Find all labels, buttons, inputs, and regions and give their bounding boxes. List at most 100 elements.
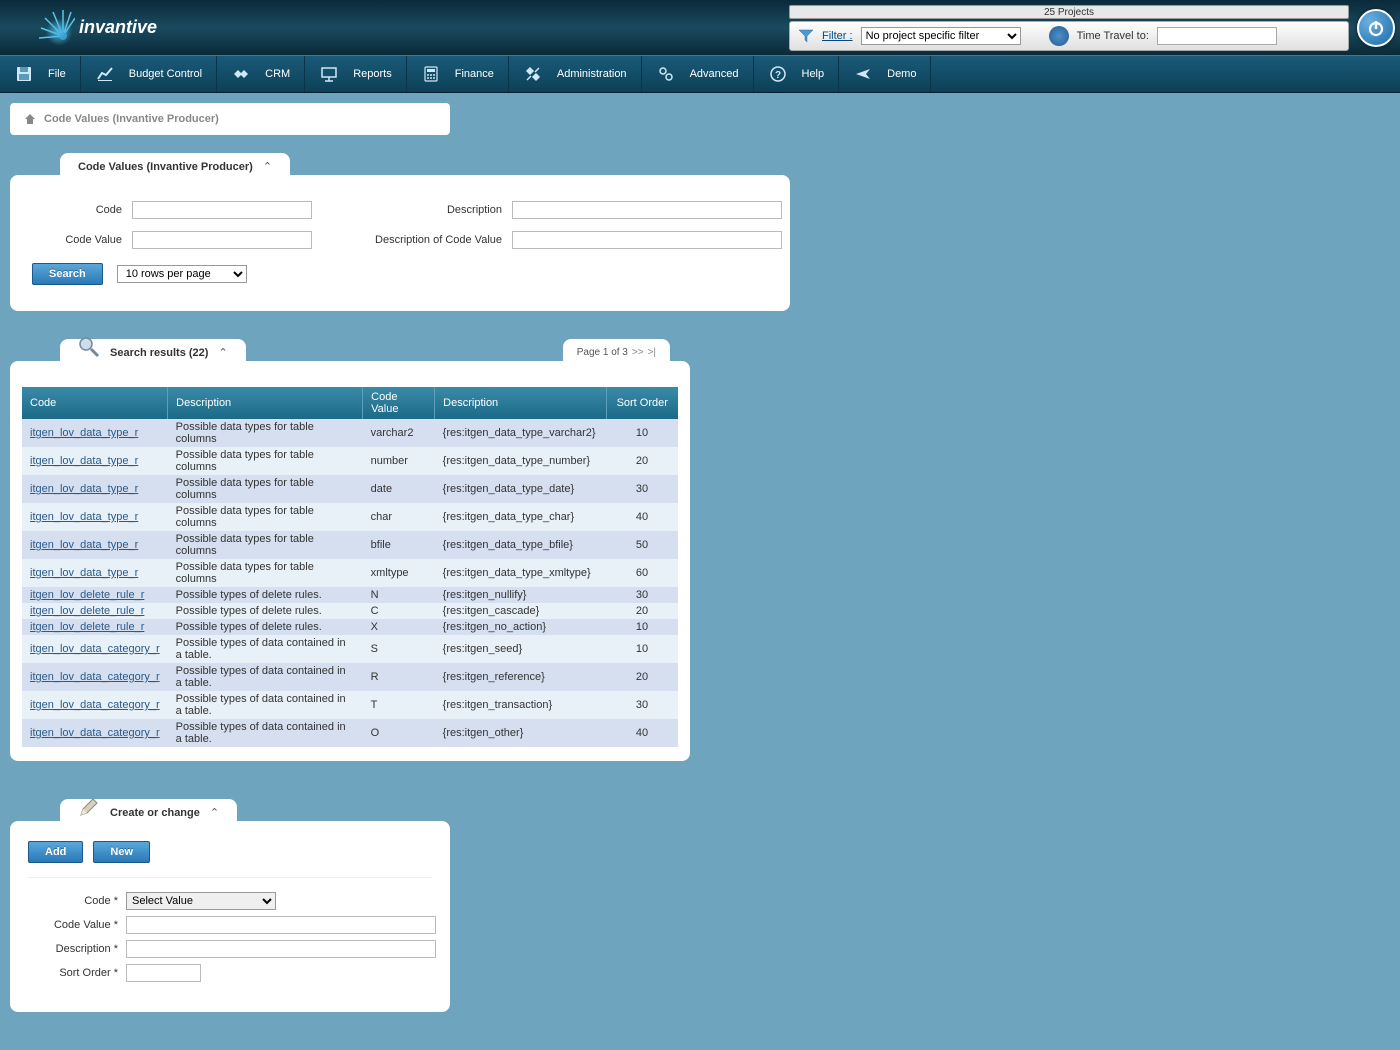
row-sort: 30 [606,691,678,719]
menu-label: Demo [887,68,916,80]
desc-code-value-input[interactable] [512,231,782,249]
svg-text:?: ? [774,70,780,81]
results-title: Search results (22) [110,347,208,359]
filter-select[interactable]: No project specific filter [861,27,1021,45]
row-vdesc: {res:itgen_other} [435,719,606,747]
code-value-input[interactable] [132,231,312,249]
menu-help[interactable]: ? Help [754,56,840,92]
row-vdesc: {res:itgen_data_type_date} [435,475,606,503]
row-desc: Possible types of data contained in a ta… [168,663,363,691]
row-vdesc: {res:itgen_data_type_bfile} [435,531,606,559]
row-value: char [363,503,435,531]
row-code-link[interactable]: itgen_lov_delete_rule_r [22,603,168,619]
col-sort[interactable]: Sort Order [606,387,678,419]
create-code-select[interactable]: Select Value [126,892,276,910]
funnel-icon [798,28,814,44]
create-code-value-input[interactable] [126,916,436,934]
row-code-link[interactable]: itgen_lov_delete_rule_r [22,587,168,603]
collapse-icon[interactable]: ⌃ [263,160,272,173]
row-code-link[interactable]: itgen_lov_data_type_r [22,419,168,447]
menu-advanced[interactable]: Advanced [642,56,754,92]
menu-label: Finance [455,68,494,80]
question-icon: ? [768,64,788,84]
row-value: O [363,719,435,747]
rows-per-page-select[interactable]: 10 rows per page [117,265,247,283]
row-desc: Possible types of delete rules. [168,587,363,603]
row-code-link[interactable]: itgen_lov_data_type_r [22,475,168,503]
menu-admin[interactable]: Administration [509,56,642,92]
row-code-link[interactable]: itgen_lov_data_category_r [22,691,168,719]
row-desc: Possible data types for table columns [168,559,363,587]
menu-crm[interactable]: CRM [217,56,305,92]
row-code-link[interactable]: itgen_lov_data_type_r [22,531,168,559]
row-code-link[interactable]: itgen_lov_data_type_r [22,447,168,475]
code-value-label: Code Value [32,234,122,246]
logo-text: invantive [79,17,157,38]
menu-finance[interactable]: Finance [407,56,509,92]
menu-budget[interactable]: Budget Control [81,56,217,92]
plane-icon [853,64,873,84]
col-code[interactable]: Code [22,387,168,419]
timetravel-input[interactable] [1157,27,1277,45]
power-button[interactable] [1357,9,1395,47]
row-desc: Possible data types for table columns [168,531,363,559]
row-code-link[interactable]: itgen_lov_data_category_r [22,719,168,747]
row-value: varchar2 [363,419,435,447]
table-row: itgen_lov_data_type_rPossible data types… [22,503,678,531]
code-input[interactable] [132,201,312,219]
collapse-icon[interactable]: ⌃ [210,806,219,819]
row-vdesc: {res:itgen_data_type_char} [435,503,606,531]
menu-demo[interactable]: Demo [839,56,931,92]
new-button[interactable]: New [93,841,150,863]
row-code-link[interactable]: itgen_lov_data_category_r [22,663,168,691]
row-code-link[interactable]: itgen_lov_data_type_r [22,559,168,587]
row-desc: Possible types of delete rules. [168,603,363,619]
home-icon[interactable] [24,113,36,125]
add-button[interactable]: Add [28,841,83,863]
row-vdesc: {res:itgen_data_type_number} [435,447,606,475]
pager-last[interactable]: >| [648,347,656,358]
filter-link[interactable]: Filter : [822,30,853,42]
pager-next[interactable]: >> [632,347,644,358]
row-desc: Possible types of data contained in a ta… [168,635,363,663]
search-button[interactable]: Search [32,263,103,285]
row-sort: 30 [606,587,678,603]
tools-icon [523,64,543,84]
row-code-link[interactable]: itgen_lov_delete_rule_r [22,619,168,635]
col-vdesc[interactable]: Description [435,387,606,419]
row-desc: Possible types of data contained in a ta… [168,719,363,747]
row-vdesc: {res:itgen_nullify} [435,587,606,603]
row-code-link[interactable]: itgen_lov_data_category_r [22,635,168,663]
disk-icon [14,64,34,84]
search-panel-tab: Code Values (Invantive Producer) ⌃ [60,153,290,175]
col-value[interactable]: Code Value [363,387,435,419]
row-desc: Possible data types for table columns [168,503,363,531]
row-value: xmltype [363,559,435,587]
table-row: itgen_lov_delete_rule_rPossible types of… [22,587,678,603]
table-row: itgen_lov_data_category_rPossible types … [22,635,678,663]
row-desc: Possible types of delete rules. [168,619,363,635]
chart-icon [95,64,115,84]
menu-label: Help [802,68,825,80]
menu-file[interactable]: File [0,56,81,92]
row-value: bfile [363,531,435,559]
magnifier-icon [78,336,100,361]
description-input[interactable] [512,201,782,219]
row-sort: 30 [606,475,678,503]
row-code-link[interactable]: itgen_lov_data_type_r [22,503,168,531]
menu-reports[interactable]: Reports [305,56,407,92]
row-desc: Possible data types for table columns [168,475,363,503]
row-desc: Possible data types for table columns [168,419,363,447]
create-sort-order-input[interactable] [126,964,201,982]
menu-label: Budget Control [129,68,202,80]
create-sort-order-label: Sort Order * [28,967,118,979]
projects-count[interactable]: 25 Projects [789,5,1349,19]
menubar: File Budget Control CRM Reports Finance … [0,55,1400,93]
desc-code-value-label: Description of Code Value [322,234,502,246]
row-value: R [363,663,435,691]
pager-text: Page 1 of 3 [577,347,628,358]
create-description-input[interactable] [126,940,436,958]
table-row: itgen_lov_data_type_rPossible data types… [22,419,678,447]
collapse-icon[interactable]: ⌃ [218,346,227,359]
col-desc[interactable]: Description [168,387,363,419]
